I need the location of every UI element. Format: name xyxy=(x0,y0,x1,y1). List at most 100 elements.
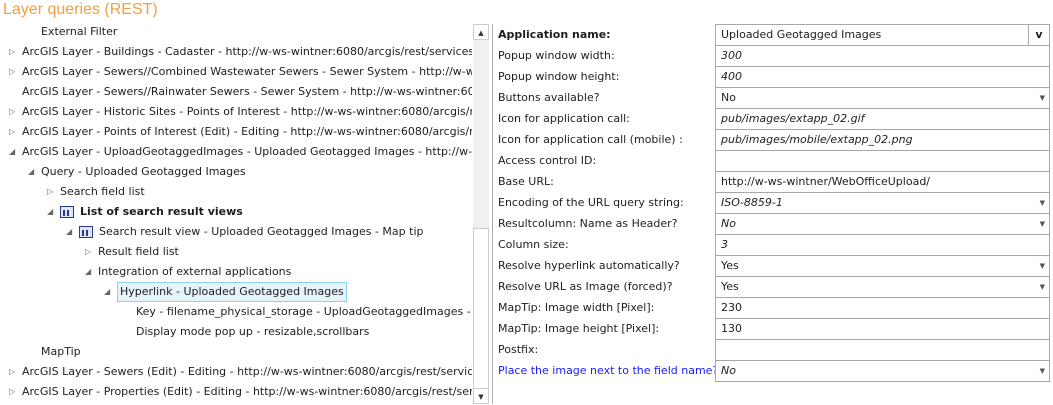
tree-item-label: MapTip xyxy=(41,345,81,358)
tree-item-label: ArcGIS Layer - Sewers//Combined Wastewat… xyxy=(22,65,472,78)
form-row: Icon for application call: pub/images/ext… xyxy=(498,108,1050,130)
field-value: Yes xyxy=(721,280,739,293)
expanded-arrow-icon[interactable]: ◢ xyxy=(104,282,114,302)
tree-item[interactable]: ◢ Query - Uploaded Geotagged Images xyxy=(28,162,246,182)
tree-item[interactable]: ▷ ArcGIS Layer - Historic Sites - Points … xyxy=(9,102,472,122)
field-label: Resultcolumn: Name as Header? xyxy=(498,217,678,230)
expanded-arrow-icon[interactable]: ◢ xyxy=(66,222,76,242)
tree-item-label: Query - Uploaded Geotagged Images xyxy=(41,165,246,178)
tree-item-label: ArcGIS Layer - Sewers (Edit) - Editing -… xyxy=(22,365,472,378)
tree-item[interactable]: ◢ ArcGIS Layer - UploadGeotaggedImages - … xyxy=(9,142,472,162)
tree-item-label: Integration of external applications xyxy=(98,265,292,278)
expanded-arrow-icon[interactable]: ◢ xyxy=(28,162,38,182)
field-input[interactable]: http://w-ws-wintner/WebOfficeUpload/ xyxy=(715,171,1050,193)
field-input[interactable]: 400 xyxy=(715,66,1050,88)
tree-item-label: Hyperlink - Uploaded Geotagged Images xyxy=(117,282,347,302)
tree-item[interactable]: ▷ ArcGIS Layer - Buildings - Cadaster - h… xyxy=(9,42,472,62)
tree-item-label: ArcGIS Layer - Buildings - Cadaster - ht… xyxy=(22,45,472,58)
collapsed-arrow-icon[interactable]: ▷ xyxy=(9,42,19,62)
tree-item-label: ArcGIS Layer - UploadGeotaggedImages - U… xyxy=(22,145,472,158)
collapsed-arrow-icon[interactable]: ▷ xyxy=(9,362,19,382)
form-row: Popup window width: 300 xyxy=(498,45,1050,67)
field-input[interactable] xyxy=(715,150,1050,172)
field-label: Base URL: xyxy=(498,175,554,188)
field-value: 3 xyxy=(721,238,728,251)
field-input[interactable]: 130 xyxy=(715,318,1050,340)
collapsed-arrow-icon[interactable]: ▷ xyxy=(9,62,19,82)
tree-item-label: Result field list xyxy=(98,245,179,258)
tree-item[interactable]: ▷ ArcGIS Layer - Points of Interest (Edit… xyxy=(9,122,472,142)
scroll-up-arrow-icon[interactable]: ▲ xyxy=(473,24,489,40)
field-label: MapTip: Image width [Pixel]: xyxy=(498,301,655,314)
scroll-down-arrow-icon[interactable]: ▼ xyxy=(473,388,489,404)
tree-item[interactable]: ArcGIS Layer - Sewers//Rainwater Sewers … xyxy=(22,82,472,102)
field-value: ISO-8859-1 xyxy=(721,196,783,209)
field-label: Buttons available? xyxy=(498,91,600,104)
form-row: MapTip: Image width [Pixel]: 230 xyxy=(498,297,1050,319)
tree-item[interactable]: ▷ ArcGIS Layer - Properties (Edit) - Edit… xyxy=(9,382,472,402)
field-input[interactable]: Uploaded Geotagged Images v xyxy=(715,24,1050,46)
field-input[interactable]: 3 xyxy=(715,234,1050,256)
tree-item-label: External Filter xyxy=(41,25,118,38)
chevron-down-icon[interactable]: ▼ xyxy=(1040,256,1045,276)
collapsed-arrow-icon[interactable]: ▷ xyxy=(47,182,57,202)
expanded-arrow-icon[interactable]: ◢ xyxy=(9,142,19,162)
field-dropdown[interactable]: Yes ▼ xyxy=(715,255,1050,277)
chevron-down-icon[interactable]: ▼ xyxy=(1040,88,1045,108)
form-row: Access control ID: xyxy=(498,150,1050,172)
field-label: Icon for application call: xyxy=(498,112,630,125)
tree-item-label: Key - filename_physical_storage - Upload… xyxy=(136,305,472,318)
form-row: Resolve hyperlink automatically? Yes ▼ xyxy=(498,255,1050,277)
field-label[interactable]: Place the image next to the field name? xyxy=(498,364,718,377)
field-value: pub/images/extapp_02.gif xyxy=(721,112,865,125)
expanded-arrow-icon[interactable]: ◢ xyxy=(85,262,95,282)
tree-item[interactable]: ◢ List of search result views xyxy=(47,202,243,222)
field-input[interactable]: 230 xyxy=(715,297,1050,319)
chevron-down-icon[interactable]: ▼ xyxy=(1040,277,1045,297)
tree-item[interactable]: ◢ Search result view - Uploaded Geotagged… xyxy=(66,222,423,242)
field-value: Yes xyxy=(721,259,739,272)
field-value: 230 xyxy=(721,301,742,314)
collapsed-arrow-icon[interactable]: ▷ xyxy=(9,382,19,402)
field-dropdown[interactable]: No ▼ xyxy=(715,360,1050,382)
collapsed-arrow-icon[interactable]: ▷ xyxy=(9,102,19,122)
field-value: Uploaded Geotagged Images xyxy=(721,28,882,41)
collapsed-arrow-icon[interactable]: ▷ xyxy=(9,122,19,142)
field-dropdown[interactable]: No ▼ xyxy=(715,213,1050,235)
field-input[interactable]: 300 xyxy=(715,45,1050,67)
field-dropdown[interactable]: No ▼ xyxy=(715,87,1050,109)
tree-item-label: ArcGIS Layer - Properties (Edit) - Editi… xyxy=(22,385,472,398)
field-input[interactable]: pub/images/mobile/extapp_02.png xyxy=(715,129,1050,151)
tree-item[interactable]: ◢ Hyperlink - Uploaded Geotagged Images xyxy=(104,282,347,302)
tree-item[interactable]: ▷ ArcGIS Layer - Sewers//Combined Wastewa… xyxy=(9,62,472,82)
chevron-down-icon[interactable]: ▼ xyxy=(1040,361,1045,381)
tree-item-label: List of search result views xyxy=(80,205,243,218)
form-row: Resultcolumn: Name as Header? No ▼ xyxy=(498,213,1050,235)
tree-item[interactable]: Display mode pop up - resizable,scrollba… xyxy=(136,322,369,342)
tree-item[interactable]: MapTip xyxy=(41,342,81,362)
tree-scrollbar[interactable]: ▲ ▼ xyxy=(473,24,489,404)
field-value: No xyxy=(721,91,736,104)
tree-item[interactable]: ▷ Result field list xyxy=(85,242,179,262)
table-icon xyxy=(60,206,74,218)
tree-item[interactable]: ▷ ArcGIS Layer - Sewers (Edit) - Editing … xyxy=(9,362,472,382)
tree-item[interactable]: External Filter xyxy=(41,22,117,42)
tree-item[interactable]: Key - filename_physical_storage - Upload… xyxy=(136,302,472,322)
chevron-down-icon[interactable]: ▼ xyxy=(1040,193,1045,213)
expanded-arrow-icon[interactable]: ◢ xyxy=(47,202,57,222)
form-row: Application name: Uploaded Geotagged Imag… xyxy=(498,24,1050,46)
page-title: Layer queries (REST) xyxy=(3,1,158,18)
field-input[interactable] xyxy=(715,339,1050,361)
name-dropdown-button[interactable]: v xyxy=(1028,24,1050,46)
tree-item[interactable]: ▷ Search field list xyxy=(47,182,145,202)
scrollbar-thumb[interactable] xyxy=(473,228,489,390)
form-row: Base URL: http://w-ws-wintner/WebOfficeUp… xyxy=(498,171,1050,193)
field-dropdown[interactable]: Yes ▼ xyxy=(715,276,1050,298)
collapsed-arrow-icon[interactable]: ▷ xyxy=(85,242,95,262)
tree-item[interactable]: ◢ Integration of external applications xyxy=(85,262,292,282)
chevron-down-icon[interactable]: ▼ xyxy=(1040,214,1045,234)
field-label: Postfix: xyxy=(498,343,539,356)
field-input[interactable]: pub/images/extapp_02.gif xyxy=(715,108,1050,130)
form-row: Column size: 3 xyxy=(498,234,1050,256)
field-dropdown[interactable]: ISO-8859-1 ▼ xyxy=(715,192,1050,214)
